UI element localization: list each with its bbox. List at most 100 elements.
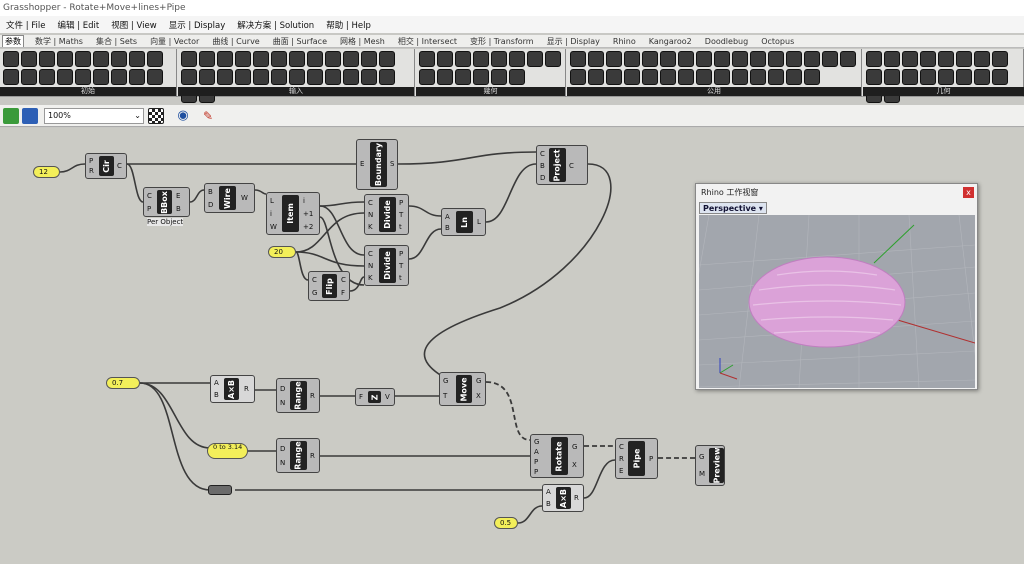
zoom-select[interactable]: 100% ⌄ <box>44 108 144 124</box>
ribbon-component-icon[interactable] <box>992 69 1008 85</box>
ribbon-component-icon[interactable] <box>768 51 784 67</box>
pin-x[interactable]: X <box>572 461 577 469</box>
tab-transform[interactable]: 变形 | Transform <box>468 36 536 47</box>
ribbon-component-icon[interactable] <box>39 51 55 67</box>
ribbon-component-icon[interactable] <box>129 69 145 85</box>
tab-params[interactable]: 参数 <box>2 35 24 47</box>
ribbon-component-icon[interactable] <box>253 69 269 85</box>
tab-maths[interactable]: 数学 | Maths <box>33 36 85 47</box>
ribbon-component-icon[interactable] <box>938 51 954 67</box>
pin-e[interactable]: E <box>176 192 180 200</box>
pin-a[interactable]: A <box>214 379 219 387</box>
pin-g-out[interactable]: G <box>476 377 481 385</box>
tab-display[interactable]: 显示 | Display <box>545 36 602 47</box>
pin-i[interactable]: i <box>303 197 305 205</box>
circle-component[interactable]: P R Cir C <box>85 153 127 179</box>
ribbon-component-icon[interactable] <box>642 69 658 85</box>
pin-b[interactable]: B <box>540 162 545 170</box>
tab-doodlebug[interactable]: Doodlebug <box>703 37 750 46</box>
line-component[interactable]: A B Ln L <box>441 208 486 236</box>
ribbon-component-icon[interactable] <box>678 51 694 67</box>
pin-c[interactable]: C <box>312 276 317 284</box>
pin-x[interactable]: X <box>476 392 481 400</box>
ribbon-component-icon[interactable] <box>570 69 586 85</box>
ribbon-component-icon[interactable] <box>974 51 990 67</box>
pin-p[interactable]: P <box>147 205 151 213</box>
ribbon-label-input[interactable]: 输入 <box>178 87 414 96</box>
ribbon-component-icon[interactable] <box>75 69 91 85</box>
pin-m[interactable]: M <box>699 470 705 478</box>
ribbon-component-icon[interactable] <box>840 51 856 67</box>
ribbon-component-icon[interactable] <box>93 69 109 85</box>
pin-v[interactable]: V <box>385 393 390 401</box>
ribbon-component-icon[interactable] <box>325 51 341 67</box>
pin-g[interactable]: G <box>699 453 704 461</box>
ribbon-component-icon[interactable] <box>866 69 882 85</box>
ribbon-component-icon[interactable] <box>455 69 471 85</box>
pin-d[interactable]: D <box>208 201 213 209</box>
pin-r[interactable]: R <box>310 392 315 400</box>
ribbon-component-icon[interactable] <box>588 51 604 67</box>
ribbon-component-icon[interactable] <box>289 69 305 85</box>
tab-curve[interactable]: 曲线 | Curve <box>210 36 261 47</box>
pin-k[interactable]: K <box>368 274 373 282</box>
pin-p[interactable]: P <box>399 250 403 258</box>
pin-b[interactable]: B <box>214 391 219 399</box>
ribbon-component-icon[interactable] <box>491 69 507 85</box>
ribbon-component-icon[interactable] <box>325 69 341 85</box>
ribbon-component-icon[interactable] <box>379 51 395 67</box>
ribbon-component-icon[interactable] <box>884 69 900 85</box>
pin-t2[interactable]: t <box>399 274 402 282</box>
ribbon-component-icon[interactable] <box>606 51 622 67</box>
range-component-2[interactable]: D N Range R <box>276 438 320 473</box>
pin-r[interactable]: R <box>619 455 624 463</box>
pin-c[interactable]: C <box>540 150 545 158</box>
pin-n[interactable]: N <box>280 459 285 467</box>
ribbon-component-icon[interactable] <box>660 69 676 85</box>
ribbon-component-icon[interactable] <box>642 51 658 67</box>
preview-eye-icon[interactable]: ◉ <box>175 108 191 124</box>
pin-p[interactable]: P <box>534 458 538 466</box>
ribbon-component-icon[interactable] <box>3 51 19 67</box>
open-file-icon[interactable] <box>3 108 19 124</box>
ribbon-component-icon[interactable] <box>974 69 990 85</box>
ribbon-component-icon[interactable] <box>21 51 37 67</box>
ribbon-component-icon[interactable] <box>21 69 37 85</box>
ribbon-component-icon[interactable] <box>111 51 127 67</box>
pin-l[interactable]: L <box>270 197 274 205</box>
pin-f[interactable]: F <box>359 393 363 401</box>
ribbon-component-icon[interactable] <box>660 51 676 67</box>
pin-w[interactable]: W <box>270 223 277 231</box>
ribbon-component-icon[interactable] <box>199 69 215 85</box>
pin-d[interactable]: D <box>280 445 285 453</box>
ribbon-component-icon[interactable] <box>786 69 802 85</box>
pin-r[interactable]: R <box>244 385 249 393</box>
ribbon-component-icon[interactable] <box>902 69 918 85</box>
ribbon-component-icon[interactable] <box>956 69 972 85</box>
ribbon-component-icon[interactable] <box>786 51 802 67</box>
ribbon-component-icon[interactable] <box>57 51 73 67</box>
ribbon-component-icon[interactable] <box>343 69 359 85</box>
pin-plus2[interactable]: +2 <box>303 223 313 231</box>
wire-component[interactable]: B D Wire W <box>204 183 255 213</box>
project-component[interactable]: C B D Project C <box>536 145 588 185</box>
ribbon-component-icon[interactable] <box>3 69 19 85</box>
ribbon-label-geometry2[interactable]: 几何 <box>863 87 1024 96</box>
ribbon-label-geometry[interactable]: 幾何 <box>416 87 565 96</box>
pin-b[interactable]: B <box>176 205 181 213</box>
pin-w[interactable]: W <box>241 194 248 202</box>
unit-z-component[interactable]: F Z V <box>355 388 395 406</box>
ribbon-label-util[interactable]: 公用 <box>567 87 861 96</box>
pin-d[interactable]: D <box>280 385 285 393</box>
ribbon-component-icon[interactable] <box>343 51 359 67</box>
ribbon-component-icon[interactable] <box>361 51 377 67</box>
ribbon-component-icon[interactable] <box>696 51 712 67</box>
slider-0-7[interactable]: 0.7 <box>106 377 140 389</box>
pipe-component[interactable]: C R E Pipe P <box>615 438 658 479</box>
pin-c[interactable]: C <box>368 199 373 207</box>
ribbon-component-icon[interactable] <box>570 51 586 67</box>
menu-help[interactable]: 帮助 | Help <box>326 19 371 31</box>
rhino-viewport-window[interactable]: Rhino 工作视窗 x Perspective ▾ <box>695 183 978 390</box>
menu-file[interactable]: 文件 | File <box>6 19 46 31</box>
ribbon-component-icon[interactable] <box>509 69 525 85</box>
